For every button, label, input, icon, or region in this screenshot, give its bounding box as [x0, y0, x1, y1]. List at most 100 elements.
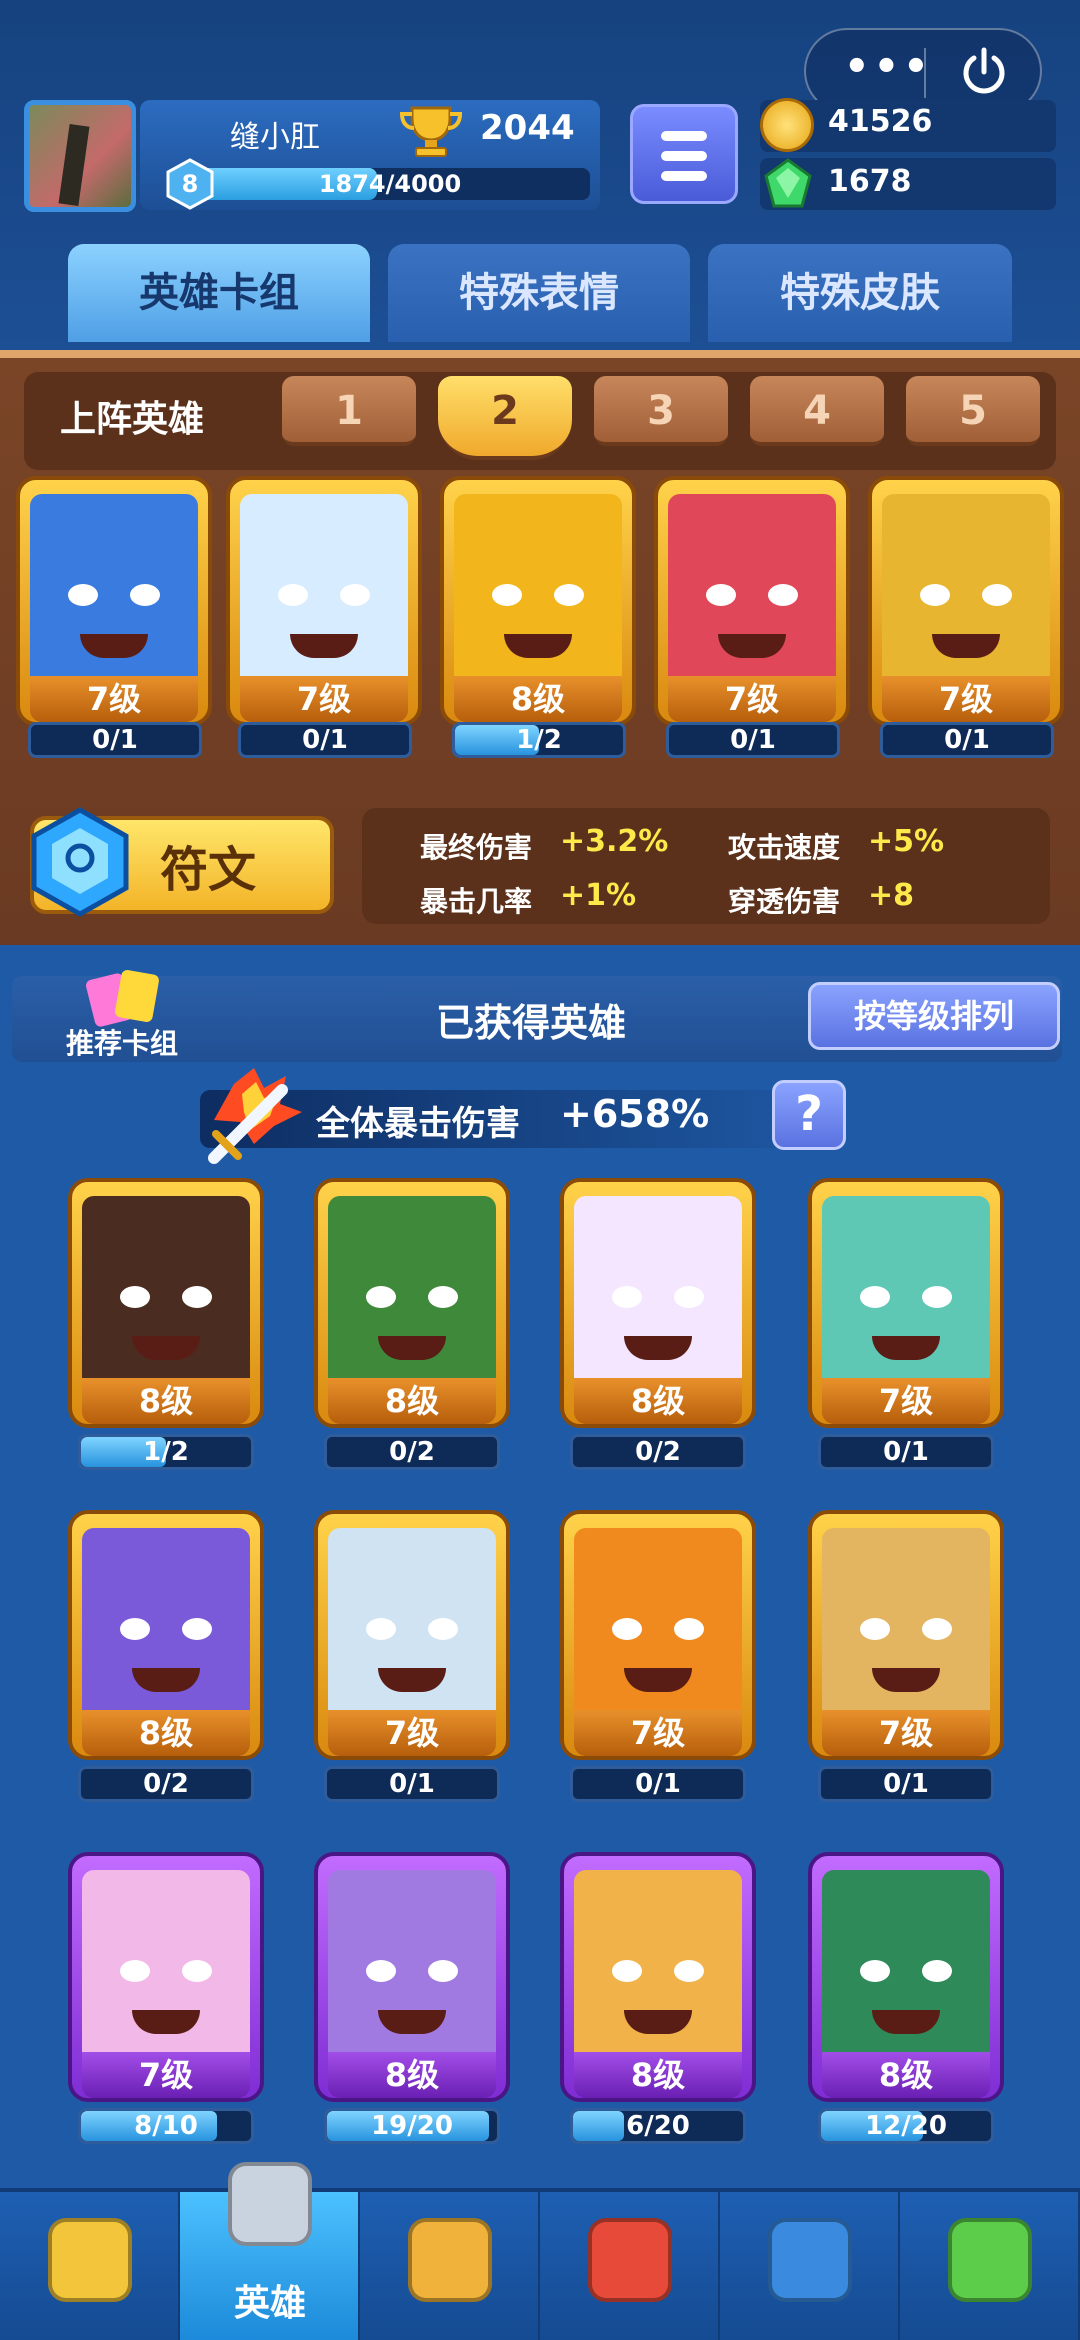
hero-level: 7级 — [240, 676, 408, 722]
hero-portrait — [822, 1870, 990, 2066]
progress-text: 0/1 — [730, 725, 776, 755]
deck-4-button[interactable]: 4 — [750, 376, 884, 446]
player-name: 缝小肛 — [230, 120, 320, 155]
more-dots-icon[interactable]: ••• — [844, 44, 933, 90]
gem-amount: 1678 — [828, 164, 912, 199]
nav-item[interactable] — [900, 2192, 1080, 2340]
hero-portrait — [328, 1196, 496, 1392]
stat-final-damage-label: 最终伤害 — [420, 831, 533, 864]
hero-portrait — [30, 494, 198, 690]
progress-text: 0/1 — [389, 1769, 435, 1799]
hero-shard-progress: 0/1 — [324, 1766, 500, 1802]
hero-shard-progress: 0/1 — [238, 722, 412, 758]
player-level: 8 — [181, 170, 199, 198]
stat-final-damage-value: +3.2% — [560, 824, 669, 859]
owned-hero-card[interactable]: 8级 — [560, 1178, 756, 1438]
hero-shard-progress: 1/2 — [452, 722, 626, 758]
owned-hero-card[interactable]: 7级 — [68, 1852, 264, 2112]
deck-1-button[interactable]: 1 — [282, 376, 416, 446]
tab-hero-deck[interactable]: 英雄卡组 — [68, 244, 370, 342]
deck-2-button[interactable]: 2 — [438, 376, 572, 460]
deck-3-button[interactable]: 3 — [594, 376, 728, 446]
flaming-sword-icon — [208, 1068, 302, 1164]
nav-item[interactable]: 英雄 — [180, 2162, 360, 2340]
hero-shard-progress: 0/2 — [78, 1766, 254, 1802]
owned-hero-card[interactable]: 8级 — [68, 1178, 264, 1438]
deck-hero-card[interactable]: 7级 — [868, 476, 1064, 736]
nav-item[interactable] — [360, 2192, 540, 2340]
hero-shard-progress: 8/10 — [78, 2108, 254, 2144]
power-icon[interactable] — [956, 44, 1012, 100]
stat-penetration-label: 穿透伤害 — [728, 885, 841, 918]
owned-hero-card[interactable]: 7级 — [808, 1178, 1004, 1438]
crown-shield-icon — [588, 2218, 672, 2302]
hero-portrait — [574, 1196, 742, 1392]
capsule-divider — [924, 48, 926, 98]
hero-shard-progress: 0/1 — [570, 1766, 746, 1802]
hero-shard-progress: 0/1 — [818, 1766, 994, 1802]
deck-5-button[interactable]: 5 — [906, 376, 1040, 446]
stat-crit-chance-label: 暴击几率 — [420, 885, 533, 918]
owned-hero-card[interactable]: 8级 — [314, 1852, 510, 2112]
hero-shard-progress: 1/2 — [78, 1434, 254, 1470]
hero-portrait — [82, 1196, 250, 1392]
trophy-icon — [399, 106, 463, 157]
owned-hero-card[interactable]: 8级 — [560, 1852, 756, 2112]
hero-level: 8级 — [454, 676, 622, 722]
hero-portrait — [328, 1528, 496, 1724]
hero-portrait — [454, 494, 622, 690]
sort-by-level-button[interactable]: 按等级排列 — [808, 982, 1060, 1050]
tab-special-emotes[interactable]: 特殊表情 — [388, 244, 690, 342]
nav-item[interactable] — [720, 2192, 900, 2340]
player-avatar[interactable] — [24, 100, 136, 212]
progress-text: 0/1 — [92, 725, 138, 755]
deck-hero-card[interactable]: 7级 — [16, 476, 212, 736]
hero-portrait — [822, 1196, 990, 1392]
hero-level: 7级 — [882, 676, 1050, 722]
recommend-deck-label[interactable]: 推荐卡组 — [66, 1022, 178, 1062]
hero-portrait — [240, 494, 408, 690]
hero-shard-progress: 19/20 — [324, 2108, 500, 2144]
owned-hero-card[interactable]: 8级 — [808, 1852, 1004, 2112]
owned-hero-card[interactable]: 7级 — [560, 1510, 756, 1770]
progress-fill — [573, 2111, 624, 2141]
deck-hero-card[interactable]: 8级 — [440, 476, 636, 736]
owned-hero-card[interactable]: 7级 — [808, 1510, 1004, 1770]
hero-portrait — [82, 1528, 250, 1724]
progress-text: 12/20 — [865, 2111, 947, 2141]
tab-special-skins[interactable]: 特殊皮肤 — [708, 244, 1012, 342]
collection-title: 已获得英雄 — [436, 1001, 627, 1045]
nav-item[interactable] — [540, 2192, 720, 2340]
stat-attack-speed-value: +5% — [868, 824, 945, 859]
progress-text: 0/2 — [389, 1437, 435, 1467]
team-flag-icon — [768, 2218, 852, 2302]
hero-portrait — [574, 1528, 742, 1724]
recommend-deck-cards-icon[interactable] — [84, 966, 164, 1028]
deck-label: 上阵英雄 — [60, 399, 205, 440]
progress-text: 8/10 — [134, 2111, 198, 2141]
global-crit-value: +658% — [560, 1092, 710, 1136]
progress-text: 0/1 — [944, 725, 990, 755]
hero-level: 8级 — [328, 1378, 496, 1424]
help-button[interactable]: ? — [772, 1080, 846, 1150]
gold-amount: 41526 — [828, 104, 933, 139]
hero-shard-progress: 12/20 — [818, 2108, 994, 2144]
nav-item[interactable] — [0, 2192, 180, 2340]
owned-hero-card[interactable]: 7级 — [314, 1510, 510, 1770]
deck-hero-card[interactable]: 7级 — [226, 476, 422, 736]
menu-button[interactable] — [630, 104, 738, 204]
owned-hero-card[interactable]: 8级 — [314, 1178, 510, 1438]
progress-text: 0/1 — [302, 725, 348, 755]
hero-level: 8级 — [328, 2052, 496, 2098]
stat-crit-chance-value: +1% — [560, 878, 637, 913]
trophy-count: 2044 — [480, 108, 575, 148]
global-crit-label: 全体暴击伤害 — [316, 1104, 520, 1144]
hero-portrait — [82, 1870, 250, 2066]
deck-hero-card[interactable]: 7级 — [654, 476, 850, 736]
nav-item-label: 英雄 — [233, 2283, 306, 2324]
rune-button-label: 符文 — [160, 842, 257, 898]
progress-text: 1/2 — [516, 725, 562, 755]
crossed-swords-icon — [408, 2218, 492, 2302]
progress-text: 19/20 — [371, 2111, 453, 2141]
owned-hero-card[interactable]: 8级 — [68, 1510, 264, 1770]
